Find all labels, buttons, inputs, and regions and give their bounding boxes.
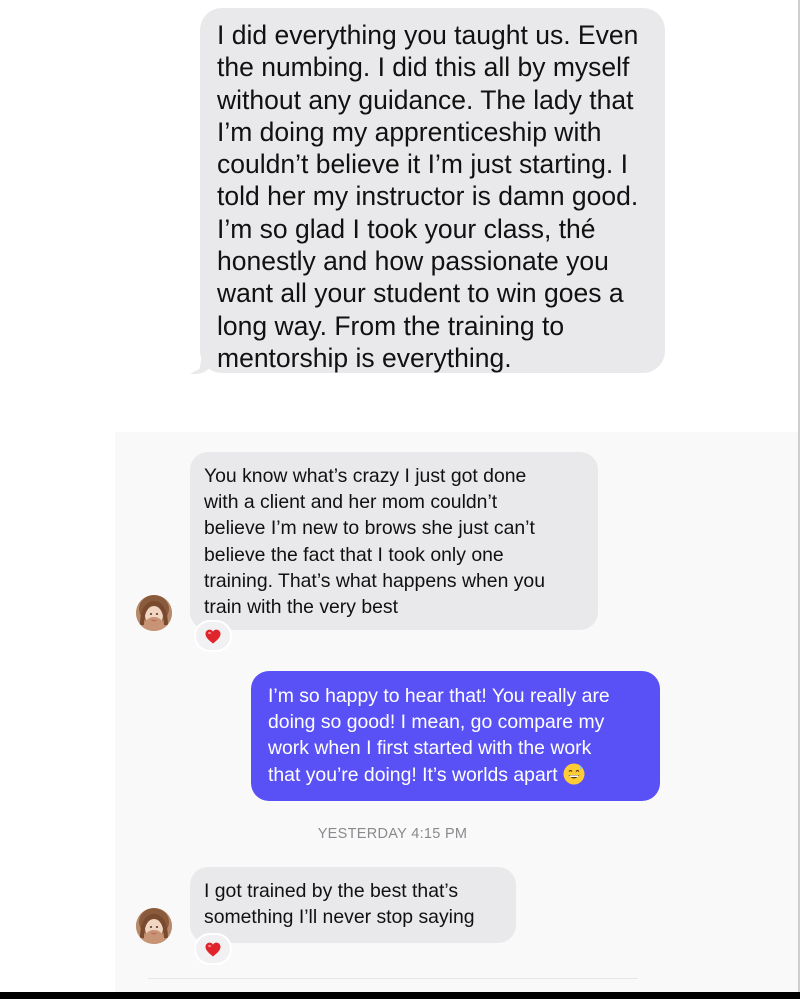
- grinning-sweat-emoji: [563, 763, 585, 785]
- message-line-with-emoji: that you’re doing! It’s worlds apart: [268, 762, 646, 788]
- chat-screen: I did everything you taught us. Even the…: [0, 0, 800, 999]
- message-line: something I’ll never stop saying: [204, 906, 475, 929]
- message-line: long way. From the training to: [217, 310, 565, 341]
- message-line: with a client and her mom couldn’t: [204, 491, 498, 514]
- message-line: doing so good! I mean, go compare my: [268, 711, 605, 734]
- message-line: I did everything you taught us. Even: [217, 20, 639, 50]
- message-line-text: that you’re doing! It’s worlds apart: [268, 763, 558, 786]
- message-line: mentorship is everything.: [217, 342, 512, 373]
- message-line: without any guidance. The lady that: [217, 84, 634, 115]
- bottom-bar: [0, 992, 800, 999]
- message-line: I got trained by the best that’s: [204, 880, 459, 902]
- heart-reaction[interactable]: [194, 620, 232, 652]
- message-line: I’m doing my apprenticeship with: [217, 116, 602, 147]
- message-line: honestly and how passionate you: [217, 246, 609, 277]
- message-line: couldn’t believe it I’m just starting. I: [217, 149, 628, 180]
- heart-reaction[interactable]: [194, 933, 232, 965]
- contact-avatar[interactable]: [136, 908, 172, 944]
- message-bubble-outgoing[interactable]: I’m so happy to hear that! You really ar…: [251, 671, 660, 801]
- message-line: I’m so happy to hear that! You really ar…: [268, 685, 610, 707]
- message-line: training. That’s what happens when you: [204, 569, 546, 592]
- message-line: I’m so glad I took your class, thé: [217, 213, 596, 244]
- message-line: train with the very best: [204, 596, 398, 619]
- message-line: believe I’m new to brows she just can’t: [204, 517, 535, 540]
- contact-avatar[interactable]: [136, 595, 172, 631]
- message-line: work when I first started with the work: [268, 737, 592, 760]
- message-line: want all your student to win goes a: [217, 278, 624, 309]
- divider: [148, 978, 638, 979]
- timestamp-divider: YESTERDAY 4:15 PM: [317, 826, 468, 842]
- message-line: told her my instructor is damn good.: [217, 181, 639, 212]
- message-bubble-incoming[interactable]: You know what’s crazy I just got done wi…: [190, 452, 598, 630]
- message-line: the numbing. I did this all by myself: [217, 52, 630, 83]
- message-line: believe the fact that I took only one: [204, 543, 504, 566]
- heart-icon: [205, 942, 221, 956]
- message-line: You know what’s crazy I just got done: [204, 465, 527, 487]
- message-bubble-incoming[interactable]: I got trained by the best that’s somethi…: [190, 867, 516, 943]
- message-bubble-top[interactable]: I did everything you taught us. Even the…: [200, 8, 665, 373]
- heart-icon: [205, 629, 221, 643]
